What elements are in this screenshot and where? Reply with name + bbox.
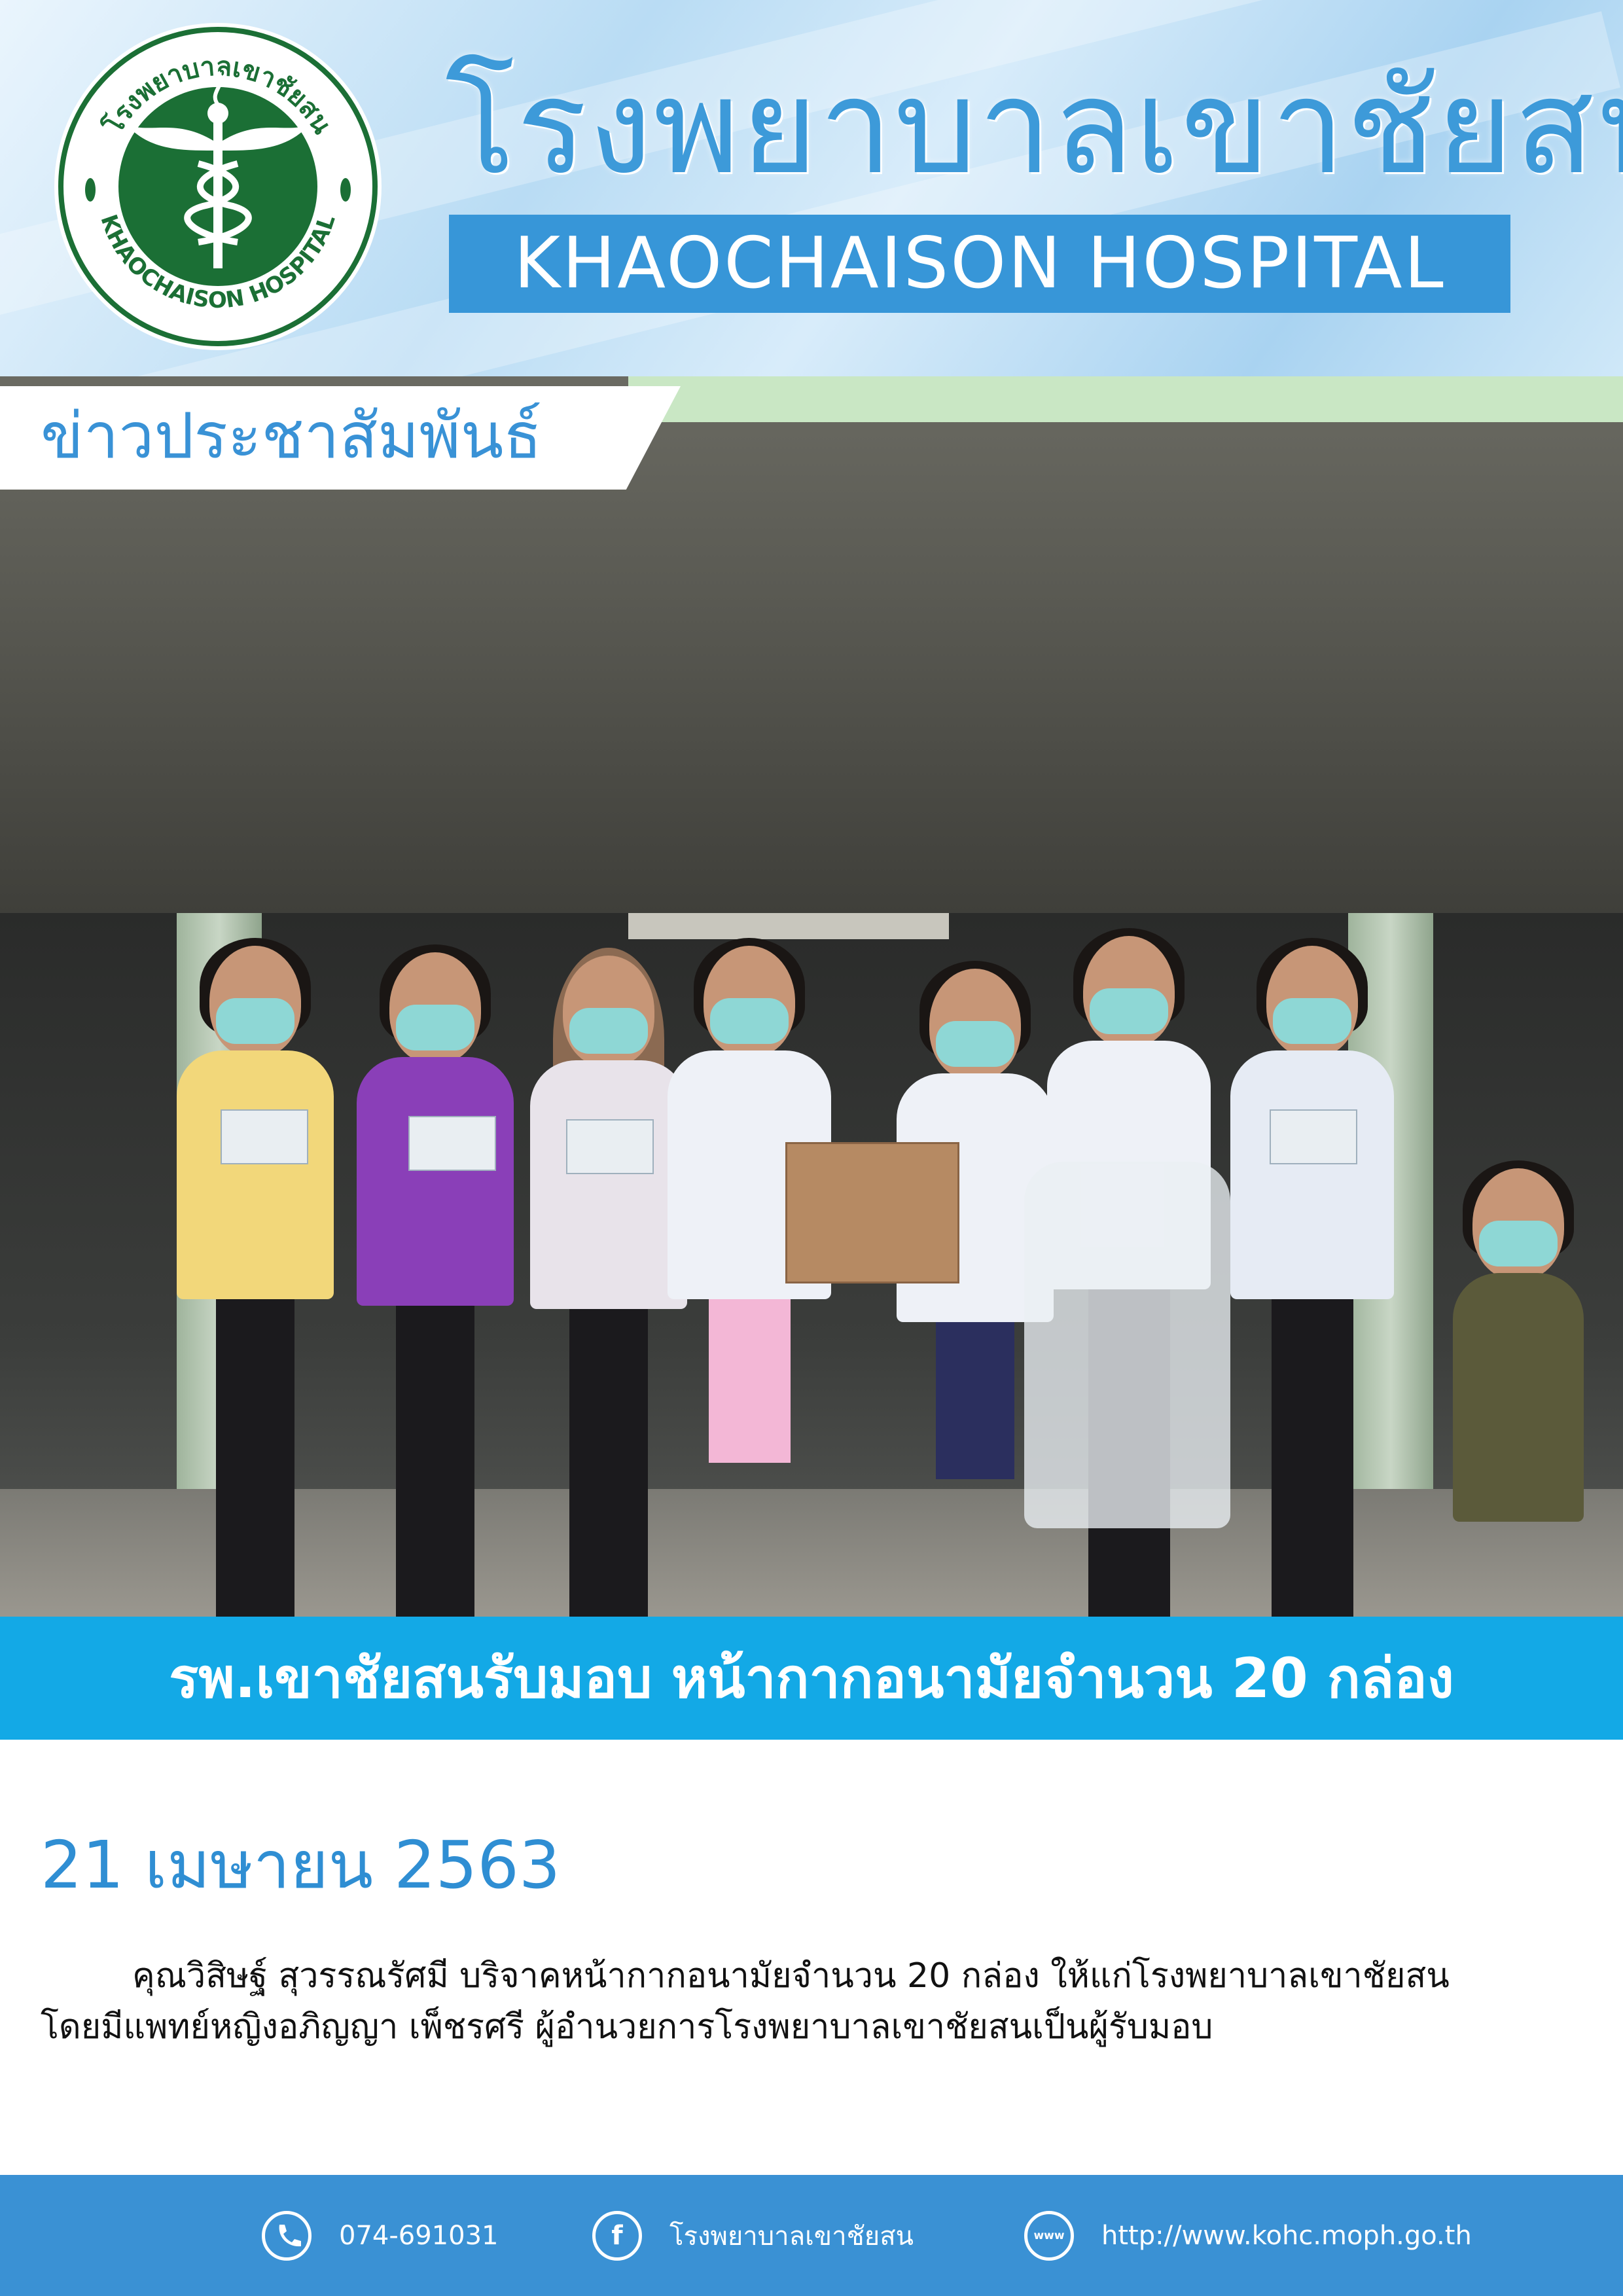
- hospital-title-english-bar: KHAOCHAISON HOSPITAL: [449, 215, 1510, 313]
- news-body: คุณวิสิษฐ์ สุวรรณรัศมี บริจาคหน้ากากอนาม…: [41, 1950, 1585, 2053]
- footer-phone-text: 074-691031: [339, 2220, 499, 2251]
- photo-ceiling-trim: [628, 376, 1623, 422]
- photo-person: [357, 944, 514, 1617]
- news-body-line: โดยมีแพทย์หญิงอภิญญา เพ็ชรศรี ผู้อำนวยกา…: [41, 2007, 1213, 2047]
- facebook-icon: f: [592, 2210, 642, 2261]
- headline-bar: รพ.เขาชัยสนรับมอบ หน้ากากอนามัยจำนวน 20 …: [0, 1617, 1623, 1740]
- footer-website-text: http://www.kohc.moph.go.th: [1101, 2220, 1472, 2251]
- www-globe-icon: www: [1024, 2210, 1074, 2261]
- phone-icon: [262, 2210, 312, 2261]
- photo-lamp: [628, 913, 949, 939]
- news-date: 21 เมษายน 2563: [41, 1827, 561, 1903]
- news-headline: รพ.เขาชัยสนรับมอบ หน้ากากอนามัยจำนวน 20 …: [169, 1646, 1454, 1710]
- section-label: ข่าวประชาสัมพันธ์: [41, 399, 542, 473]
- footer-phone[interactable]: 074-691031: [262, 2175, 498, 2296]
- hospital-title-thai: โรงพยาบาลเขาชัยสน: [445, 51, 1623, 204]
- photo-donation-carton: [785, 1142, 959, 1283]
- footer-website[interactable]: www http://www.kohc.moph.go.th: [1024, 2175, 1472, 2296]
- footer-facebook[interactable]: f โรงพยาบาลเขาชัยสน: [592, 2175, 914, 2296]
- photo-person: [530, 948, 687, 1617]
- news-body-line: คุณวิสิษฐ์ สุวรรณรัศมี บริจาคหน้ากากอนาม…: [132, 1956, 1450, 1996]
- photo-person: [177, 938, 334, 1617]
- photo-person-background: [1453, 1160, 1584, 1617]
- photo-person: [1230, 938, 1394, 1617]
- hospital-title-english: KHAOCHAISON HOSPITAL: [514, 223, 1446, 304]
- contact-footer: 074-691031 f โรงพยาบาลเขาชัยสน www http:…: [0, 2175, 1623, 2296]
- news-photo: [0, 376, 1623, 1617]
- footer-facebook-text: โรงพยาบาลเขาชัยสน: [669, 2221, 914, 2251]
- header-banner: โรงพยาบาลเขาชัยสน KHAOCHAISON HOSPITAL โ…: [0, 0, 1623, 376]
- photo-mask-bag: [1024, 1162, 1230, 1528]
- hospital-logo: โรงพยาบาลเขาชัยสน KHAOCHAISON HOSPITAL: [54, 23, 382, 350]
